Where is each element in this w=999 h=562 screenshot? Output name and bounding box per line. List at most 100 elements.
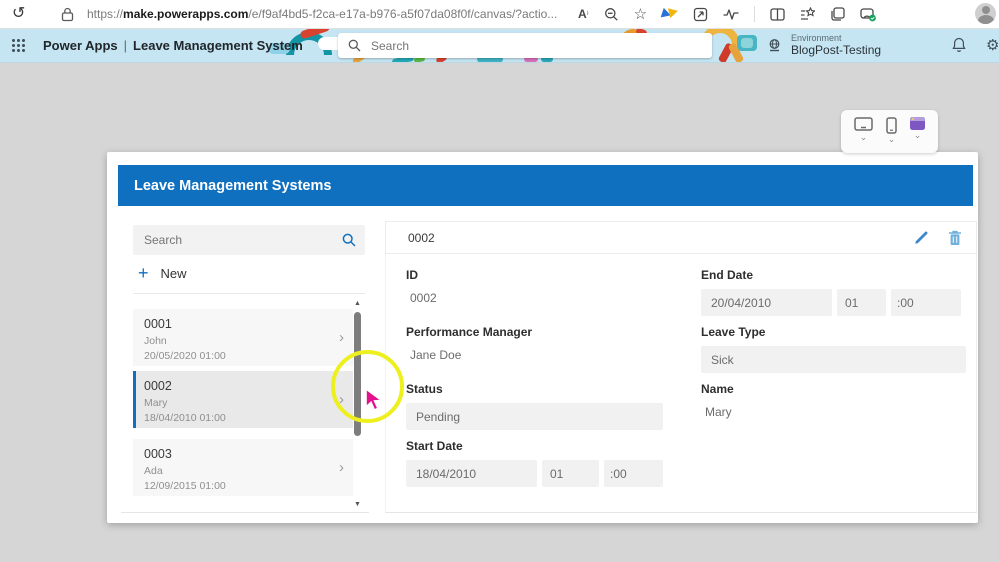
- power-platform-extension-icon[interactable]: [660, 6, 680, 21]
- zoom-out-icon[interactable]: [604, 7, 619, 22]
- detail-record-title: 0002: [408, 230, 435, 245]
- url-scheme: https://: [87, 7, 124, 21]
- toolbar-divider: [754, 6, 756, 22]
- field-name: Name Mary: [701, 382, 966, 419]
- phone-icon: [886, 117, 897, 134]
- url-text[interactable]: https://make.powerapps.com/e/f9af4bd5-f2…: [87, 7, 557, 21]
- field-label: Leave Type: [701, 325, 766, 339]
- field-label: End Date: [701, 268, 754, 282]
- browser-address-bar: ↻ https://make.powerapps.com/e/f9af4bd5-…: [0, 0, 999, 29]
- header-search[interactable]: [338, 33, 712, 58]
- favorites-bar-icon[interactable]: [800, 7, 816, 21]
- app-title: Power Apps | Leave Management System: [43, 38, 303, 53]
- browser-window-icon: [910, 117, 925, 130]
- detail-header: 0002: [385, 221, 977, 254]
- chevron-down-icon[interactable]: ⌄: [914, 131, 922, 140]
- chevron-down-icon[interactable]: ⌄: [888, 135, 896, 144]
- browser-essentials-icon[interactable]: [723, 8, 739, 21]
- new-record-button[interactable]: + New: [138, 264, 187, 282]
- plus-icon: +: [138, 263, 149, 283]
- field-end-date: End Date 20/04/2010 01 :00: [701, 268, 966, 316]
- record-search-input[interactable]: [142, 232, 342, 248]
- record-datetime: 12/09/2015 01:00: [144, 479, 226, 492]
- powerapps-header: Power Apps | Leave Management System Envir…: [0, 29, 999, 63]
- search-icon: [348, 39, 361, 52]
- favorites-star-icon[interactable]: ☆: [634, 5, 647, 23]
- screen: ↻ https://make.powerapps.com/e/f9af4bd5-…: [0, 0, 999, 562]
- split-screen-icon[interactable]: [770, 7, 785, 21]
- app-canvas: Leave Management Systems + New 0001 John…: [107, 152, 978, 523]
- waffle-menu-icon[interactable]: [12, 39, 25, 52]
- start-hour-value[interactable]: 01: [542, 460, 599, 487]
- refresh-icon[interactable]: ↻: [12, 4, 25, 24]
- field-value: Jane Doe: [410, 348, 462, 362]
- record-name: Ada: [144, 465, 163, 477]
- record-id: 0003: [144, 447, 172, 461]
- environment-picker[interactable]: Environment BlogPost-Testing: [766, 33, 881, 57]
- status-value[interactable]: Pending: [406, 403, 663, 430]
- app-name: Leave Management System: [133, 38, 303, 53]
- phone-preview-button[interactable]: ⌄: [886, 117, 897, 153]
- browser-preview-button[interactable]: ⌄: [910, 117, 925, 153]
- field-performance-manager: Performance Manager Jane Doe: [406, 325, 663, 362]
- end-date-value[interactable]: 20/04/2010: [701, 289, 832, 316]
- field-label: Status: [406, 382, 443, 396]
- mouse-cursor: [364, 387, 386, 420]
- divider: [133, 293, 365, 294]
- field-label: Start Date: [406, 439, 463, 453]
- scroll-up-icon[interactable]: ▲: [354, 300, 361, 307]
- end-minute-value[interactable]: :00: [891, 289, 961, 316]
- list-item-0002-selected[interactable]: 0002 Mary 18/04/2010 01:00 ›: [133, 371, 353, 428]
- detail-form: ID 0002 End Date 20/04/2010 01 :00 Perfo…: [385, 254, 977, 513]
- header-search-input[interactable]: [369, 37, 702, 54]
- start-minute-value[interactable]: :00: [604, 460, 663, 487]
- tablet-icon: [854, 117, 873, 131]
- field-id: ID 0002: [406, 268, 663, 305]
- divider: [121, 512, 369, 513]
- notifications-bell-icon[interactable]: [952, 37, 966, 58]
- record-id: 0002: [144, 379, 172, 393]
- browser-profile-avatar[interactable]: [975, 3, 996, 24]
- tablet-preview-button[interactable]: ⌄: [854, 117, 873, 153]
- record-datetime: 20/05/2020 01:00: [144, 349, 226, 362]
- environment-label: Environment: [791, 33, 842, 43]
- field-label: Performance Manager: [406, 325, 533, 339]
- record-search-box[interactable]: [133, 225, 365, 255]
- field-start-date: Start Date 18/04/2010 01 :00: [406, 439, 663, 487]
- share-icon[interactable]: [693, 7, 708, 22]
- search-icon: [342, 233, 356, 247]
- record-datetime: 18/04/2010 01:00: [144, 411, 226, 424]
- field-leave-type: Leave Type Sick: [701, 325, 966, 373]
- record-name: Mary: [144, 397, 168, 409]
- chevron-down-icon[interactable]: ⌄: [860, 133, 868, 142]
- list-item-0003[interactable]: 0003 Ada 12/09/2015 01:00 ›: [133, 439, 353, 496]
- field-label: ID: [406, 268, 418, 282]
- record-id: 0001: [144, 317, 172, 331]
- settings-gear-icon[interactable]: ⚙: [986, 36, 999, 54]
- chevron-right-icon[interactable]: ›: [339, 329, 344, 346]
- chevron-right-icon[interactable]: ›: [339, 459, 344, 476]
- environment-name: BlogPost-Testing: [791, 43, 882, 57]
- scroll-down-icon[interactable]: ▼: [354, 501, 361, 508]
- app-header-bar: Leave Management Systems: [118, 165, 973, 206]
- brand-name: Power Apps: [43, 38, 118, 53]
- lock-icon[interactable]: [61, 7, 74, 27]
- leave-type-value[interactable]: Sick: [701, 346, 966, 373]
- collections-icon[interactable]: [830, 7, 845, 21]
- delete-trash-icon[interactable]: [948, 230, 962, 246]
- field-value: Mary: [705, 405, 732, 419]
- title-separator: |: [123, 38, 128, 53]
- end-hour-value[interactable]: 01: [837, 289, 886, 316]
- edit-pencil-icon[interactable]: [913, 230, 929, 246]
- environment-icon: [769, 38, 780, 51]
- list-item-0001[interactable]: 0001 John 20/05/2020 01:00 ›: [133, 309, 353, 366]
- read-aloud-icon[interactable]: A ⁾: [578, 7, 589, 21]
- start-date-value[interactable]: 18/04/2010: [406, 460, 537, 487]
- new-record-label: New: [160, 265, 187, 281]
- url-domain: make.powerapps.com: [123, 7, 249, 21]
- field-label: Name: [701, 382, 734, 396]
- app-header-title: Leave Management Systems: [134, 177, 332, 194]
- url-path: /e/f9af4bd5-f2ca-e17a-b976-a5f07da08f0f/…: [248, 7, 558, 21]
- field-status: Status Pending: [406, 382, 663, 430]
- wallet-icon[interactable]: [860, 7, 877, 22]
